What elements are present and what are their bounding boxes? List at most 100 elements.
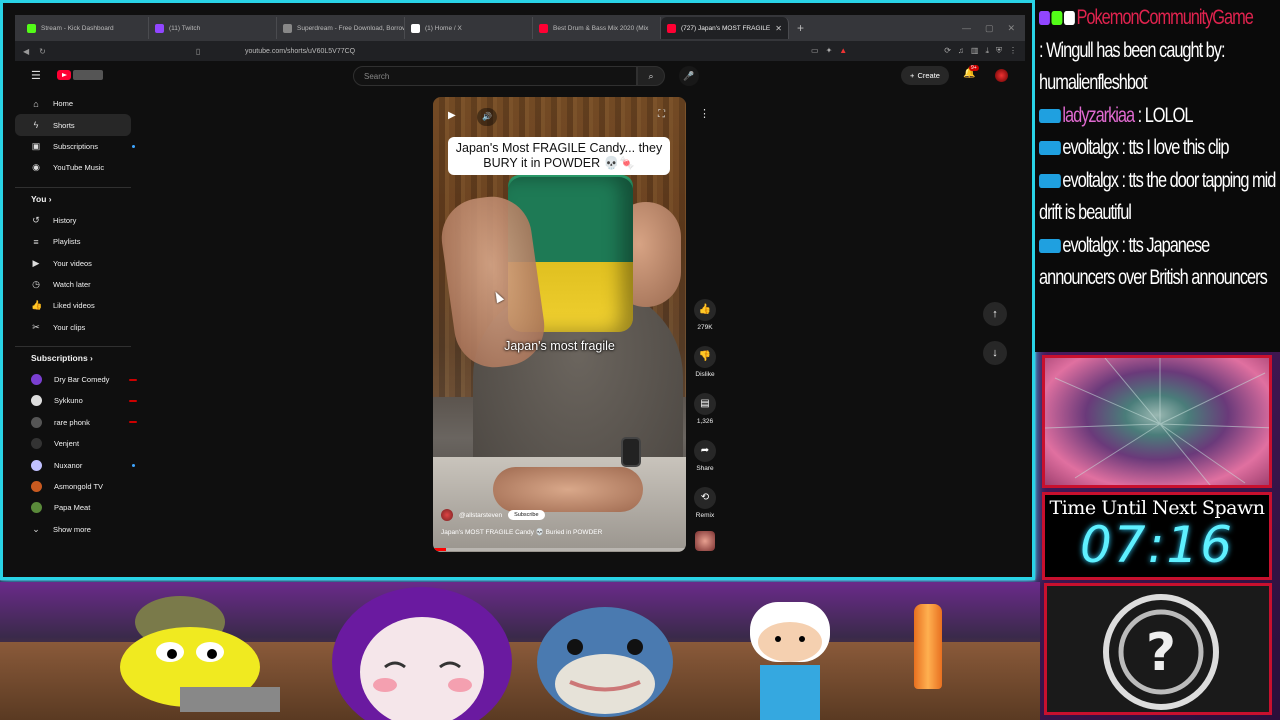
youtube-wordmark[interactable] — [73, 70, 103, 80]
progress-bar[interactable] — [433, 548, 686, 551]
sidebar-item[interactable]: ◷ Watch later — [15, 274, 143, 295]
show-more-button[interactable]: ⌄ Show more — [15, 519, 143, 540]
warning-icon[interactable]: ▲ — [839, 46, 847, 56]
cast-icon[interactable]: ▭ — [811, 46, 819, 56]
sidebar-item[interactable]: ✂ Your clips — [15, 317, 143, 338]
maximize-icon[interactable]: ▢ — [985, 23, 994, 34]
extension-icon[interactable]: ✦ — [826, 46, 833, 56]
kick-badge-icon — [1051, 11, 1063, 26]
channel-name: rare phonk — [54, 417, 90, 427]
bookmark-icon[interactable]: ▯ — [196, 47, 200, 56]
like-count: 279K — [697, 324, 713, 331]
sidebar-item-label: Your videos — [53, 258, 92, 268]
subscription-channel[interactable]: Asmongold TV — [15, 476, 143, 497]
browser-tab[interactable]: Superdream - Free Download, Borrow — [277, 17, 405, 39]
subscribe-button[interactable]: Subscribe — [508, 510, 545, 520]
sidebar-item[interactable]: ↺ History — [15, 210, 143, 231]
share-button[interactable]: ➦ Share — [691, 440, 719, 472]
chat-username[interactable]: evoltalgx — [1062, 136, 1119, 159]
remix-button[interactable]: ⟲ Remix — [691, 487, 719, 519]
like-button[interactable]: 👍 279K — [691, 299, 719, 331]
chat-message: : Wingull has been caught by: humalienfl… — [1039, 35, 1276, 100]
notification-count-badge: 9+ — [969, 65, 979, 71]
sidebar-item[interactable]: 👍 Liked videos — [15, 295, 143, 316]
download-icon[interactable]: ⤓ — [985, 46, 989, 56]
subscription-channel[interactable]: Nuxanor — [15, 454, 143, 475]
minimize-icon[interactable]: — — [962, 23, 971, 34]
sync-icon[interactable]: ⟳ — [944, 46, 951, 56]
create-label: Create — [917, 71, 940, 80]
sidebar-item[interactable]: ϟ Shorts — [15, 114, 131, 136]
progress-fill — [433, 548, 446, 551]
search-input[interactable]: Search — [353, 66, 637, 86]
subscription-channel[interactable]: Dry Bar Comedy — [15, 369, 143, 390]
divider — [15, 345, 131, 347]
your-videos-icon: ▶ — [32, 257, 40, 268]
tab-favicon-icon — [411, 23, 420, 33]
media-icon[interactable]: ♫ — [958, 46, 964, 56]
new-tab-icon[interactable]: + — [797, 21, 804, 35]
sound-thumbnail[interactable] — [695, 531, 715, 551]
home-icon: ⌂ — [33, 98, 39, 109]
back-icon[interactable]: ◀ — [23, 47, 29, 56]
channel-row: @allstarsteven Subscribe — [441, 509, 545, 521]
play-icon[interactable]: ▶ — [448, 110, 456, 121]
sidebar-item-label: Playlists — [53, 237, 81, 247]
address-bar[interactable]: ◀ ↻ ▯ youtube.com/shorts/uV60L5V77CQ ▭ ✦… — [15, 41, 1025, 61]
next-short-arrow-icon[interactable]: ↓ — [983, 341, 1007, 365]
sidebar-item-label: Liked videos — [53, 301, 95, 311]
chat-username[interactable]: evoltalgx — [1062, 234, 1119, 257]
subscription-channel[interactable]: Papa Meat — [15, 497, 143, 518]
short-title[interactable]: Japan's MOST FRAGILE Candy 💀 Buried in P… — [441, 528, 602, 536]
sidepanel-icon[interactable]: ▥ — [971, 46, 979, 56]
youtube-page: ☰ Search ⌕ 🎤 + Create 🔔 9+ ⌂ Home ϟ Shorts ▣ S… — [15, 61, 1025, 563]
youtube-logo[interactable] — [57, 70, 71, 80]
tab-bar: Stream - Kick Dashboard (11) Twitch Superd… — [15, 15, 1025, 41]
subscription-channel[interactable]: rare phonk — [15, 412, 143, 433]
channel-avatar[interactable] — [441, 509, 453, 521]
more-options-icon[interactable]: ⋮ — [699, 107, 710, 120]
sidebar: ⌂ Home ϟ Shorts ▣ Subscriptions ◉ YouTube Music… — [15, 93, 143, 540]
chat-username[interactable]: evoltalgx — [1062, 169, 1119, 192]
comments-button[interactable]: ▤ 1,326 — [691, 393, 719, 425]
chat-header: PokemonCommunityGame — [1039, 2, 1276, 35]
show-more-label: Show more — [53, 524, 91, 534]
sidebar-item[interactable]: ◉ YouTube Music — [15, 157, 143, 178]
previous-short-arrow-icon[interactable]: ↑ — [983, 302, 1007, 326]
sidebar-item[interactable]: ▣ Subscriptions — [15, 136, 143, 157]
browser-tab[interactable]: Stream - Kick Dashboard — [21, 17, 149, 39]
browser-tab[interactable]: (1) Home / X — [405, 17, 533, 39]
subscription-channel[interactable]: Sykkuno — [15, 390, 143, 411]
subscriptions-section-header[interactable]: Subscriptions › — [15, 351, 143, 369]
shield-icon[interactable]: ⛨ — [996, 46, 1002, 56]
account-avatar[interactable] — [995, 69, 1008, 82]
dislike-button[interactable]: 👎 Dislike — [691, 346, 719, 378]
microphone-icon[interactable]: 🎤 — [679, 66, 699, 86]
create-button[interactable]: + Create — [901, 66, 949, 85]
fullscreen-icon[interactable]: ⛶ — [658, 109, 665, 120]
reload-icon[interactable]: ↻ — [39, 47, 46, 56]
menu-icon[interactable]: ⋮ — [1009, 46, 1017, 56]
search-icon[interactable]: ⌕ — [637, 66, 665, 86]
sidebar-item[interactable]: ▶ Your videos — [15, 252, 143, 273]
channel-handle[interactable]: @allstarsteven — [459, 512, 502, 519]
twitch-badge-icon — [1039, 11, 1050, 26]
channel-avatar — [31, 374, 42, 386]
playlists-icon: ≡ — [33, 236, 39, 247]
close-window-icon[interactable]: ✕ — [1007, 23, 1015, 34]
url-text[interactable]: youtube.com/shorts/uV60L5V77CQ — [245, 48, 355, 55]
subscription-channel[interactable]: Venjent — [15, 433, 143, 454]
browser-tab[interactable]: (727) Japan's MOST FRAGILE ✕ — [661, 17, 789, 39]
chat-username[interactable]: ladyzarkiaa — [1062, 104, 1135, 127]
browser-tab[interactable]: Best Drum & Bass Mix 2020 (Mix — [533, 17, 661, 39]
shorts-player[interactable]: Japan's Most FRAGILE Candy... they BURY … — [433, 97, 686, 552]
sidebar-item[interactable]: ⌂ Home — [15, 93, 143, 114]
you-section-header[interactable]: You › — [15, 192, 143, 210]
hamburger-menu-icon[interactable]: ☰ — [31, 69, 41, 82]
clips-icon: ✂ — [32, 321, 40, 332]
sidebar-item[interactable]: ≡ Playlists — [15, 231, 143, 252]
close-tab-icon[interactable]: ✕ — [775, 24, 782, 33]
new-content-dot — [132, 463, 135, 467]
browser-tab[interactable]: (11) Twitch — [149, 17, 277, 39]
volume-icon[interactable]: 🔊 — [477, 108, 497, 126]
